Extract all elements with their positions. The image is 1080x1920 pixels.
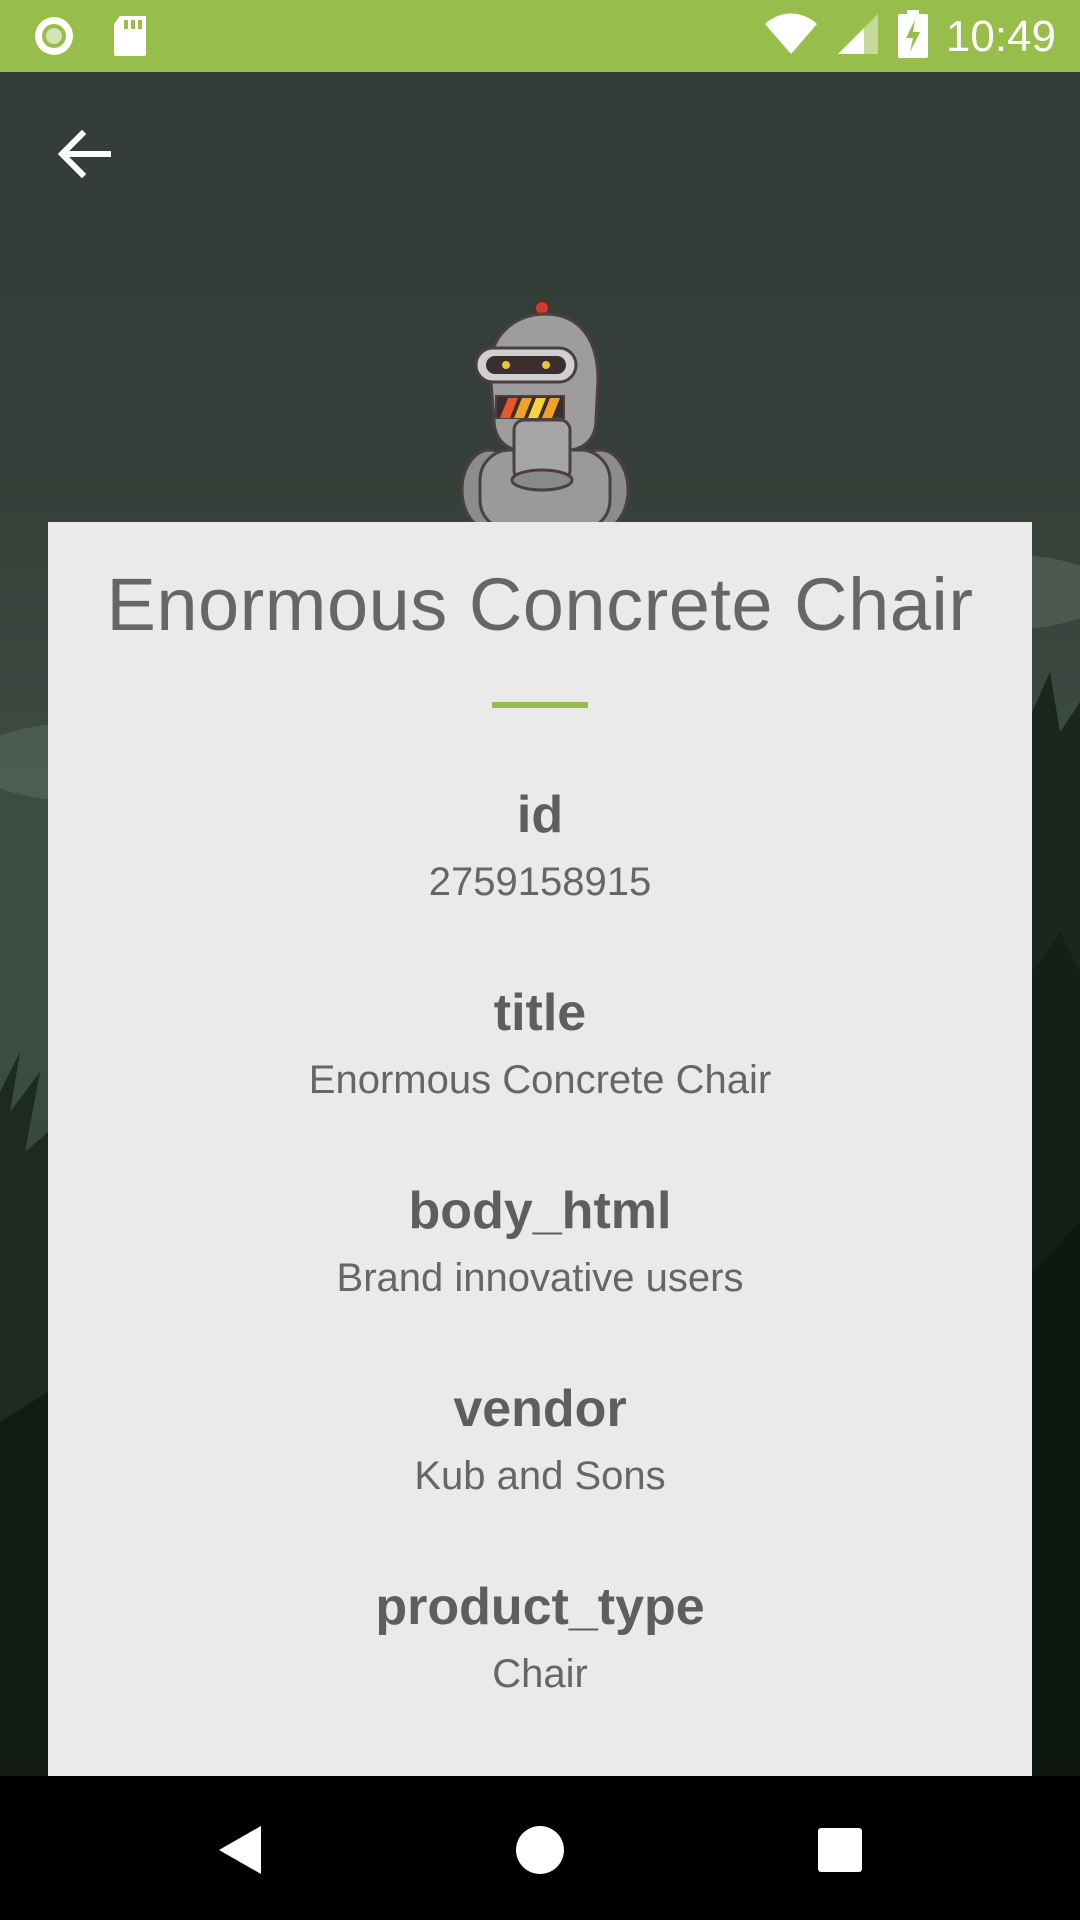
nav-back-icon xyxy=(219,1826,261,1874)
field-vendor: vendor Kub and Sons xyxy=(48,1380,1032,1500)
field-product-type: product_type Chair xyxy=(48,1578,1032,1698)
field-value: Chair xyxy=(492,1652,588,1696)
nav-home-icon xyxy=(516,1826,564,1874)
status-left-icons xyxy=(32,14,148,63)
nav-recents-icon xyxy=(818,1828,862,1872)
nav-home-button[interactable] xyxy=(510,1820,570,1880)
sd-card-icon xyxy=(112,14,148,63)
field-label: vendor xyxy=(453,1380,627,1438)
field-title: title Enormous Concrete Chair xyxy=(48,984,1032,1104)
field-id: id 2759158915 xyxy=(48,786,1032,906)
system-nav-bar xyxy=(0,1776,1080,1920)
field-label: body_html xyxy=(408,1182,672,1240)
back-button[interactable] xyxy=(48,118,120,190)
field-label: product_type xyxy=(375,1578,705,1636)
status-clock: 10:49 xyxy=(945,11,1056,61)
title-divider xyxy=(492,702,588,708)
field-label: title xyxy=(493,984,587,1042)
screen: 10:49 Enormous Concrete Chair id 2759158… xyxy=(0,0,1080,1920)
field-value: Brand innovative users xyxy=(336,1256,744,1300)
field-value: Enormous Concrete Chair xyxy=(308,1058,772,1102)
status-bar: 10:49 xyxy=(0,0,1080,72)
nav-recents-button[interactable] xyxy=(810,1820,870,1880)
card-title: Enormous Concrete Chair xyxy=(106,563,974,646)
field-body-html: body_html Brand innovative users xyxy=(48,1182,1032,1302)
arrow-back-icon xyxy=(57,129,111,179)
nav-back-button[interactable] xyxy=(210,1820,270,1880)
product-detail-card: Enormous Concrete Chair id 2759158915 ti… xyxy=(48,522,1032,1776)
field-label: id xyxy=(516,786,564,844)
status-right-icons: 10:49 xyxy=(764,10,1056,63)
battery-charging-icon xyxy=(897,10,928,63)
robot-avatar xyxy=(460,300,630,530)
field-value: Kub and Sons xyxy=(414,1454,666,1498)
signal-icon xyxy=(836,12,880,61)
notification-ring-icon xyxy=(32,14,76,63)
field-value: 2759158915 xyxy=(428,860,652,904)
wifi-icon xyxy=(764,12,818,61)
